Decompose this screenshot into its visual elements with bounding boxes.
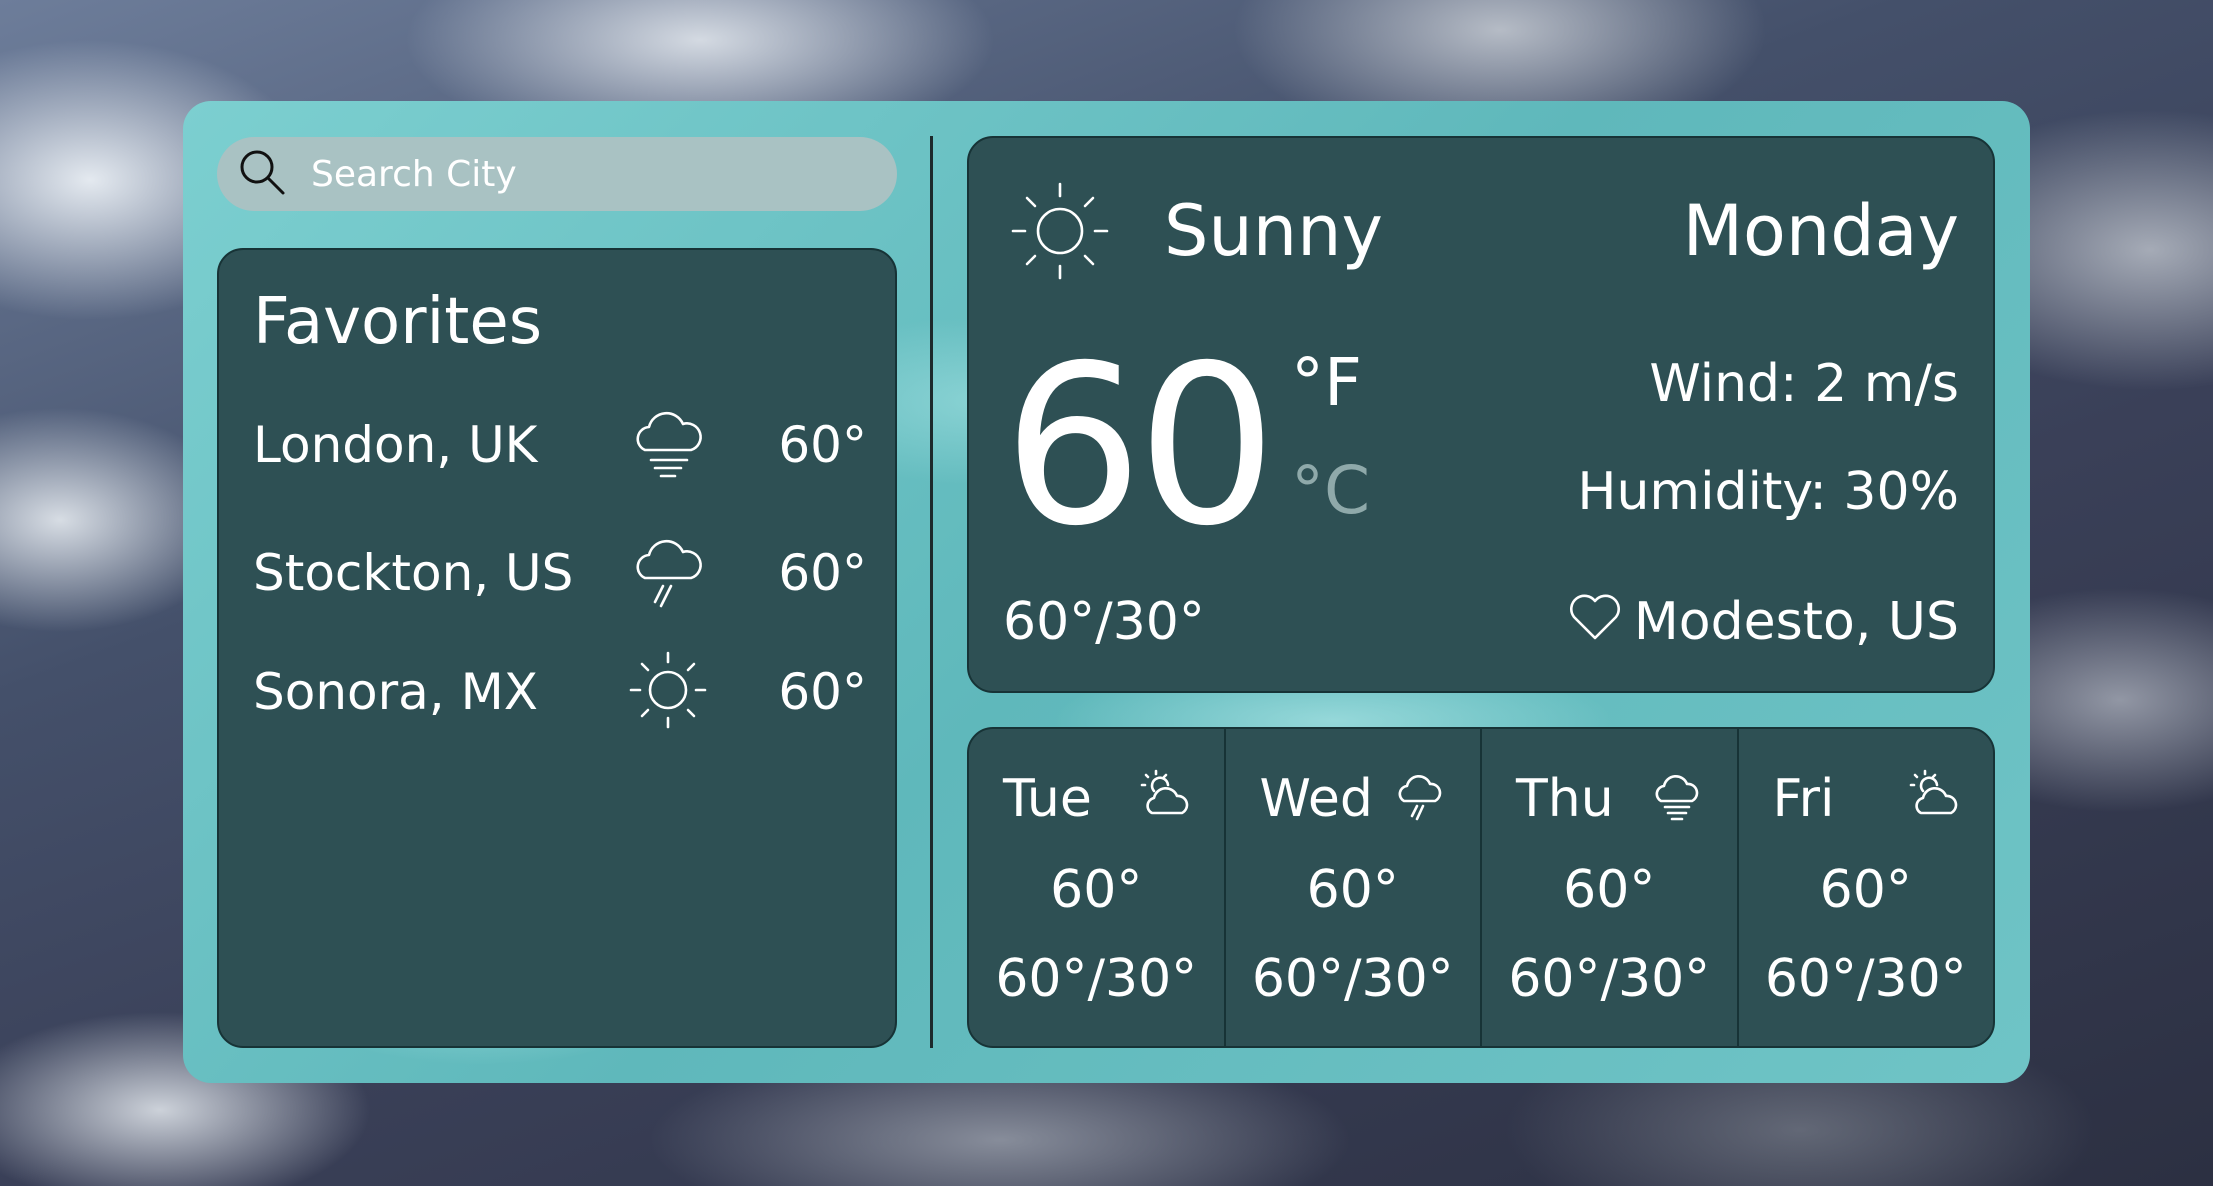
search-bar[interactable] [217,137,897,211]
forecast-day-name: Thu [1516,769,1614,829]
fog-icon [623,398,713,488]
forecast-day-name: Tue [1003,769,1092,829]
forecast-high-low: 60°/30° [1251,949,1454,1009]
unit-celsius-toggle[interactable]: °C [1291,458,1370,524]
forecast-high-low: 60°/30° [1508,949,1711,1009]
current-location: Modesto, US [1566,590,1959,653]
forecast-day-name: Fri [1772,769,1835,829]
fog-icon [1647,765,1707,825]
partly-cloudy-icon [1134,765,1194,825]
location-name: Modesto, US [1633,591,1959,652]
current-temperature: 60 [1003,318,1277,574]
sun-icon [1005,176,1115,286]
favorite-city: Sonora, MX [253,663,538,721]
search-input[interactable] [309,152,873,196]
forecast-day-tue[interactable]: Tue 60° 60°/30° [969,729,1224,1046]
rain-icon [623,526,713,616]
favorite-city: London, UK [253,416,538,474]
forecast-day-name: Wed [1259,769,1373,829]
forecast-card: Tue 60° 60°/30° Wed 60° 60°/30° Thu 60° … [967,727,1995,1048]
sun-icon [623,645,713,735]
forecast-temp: 60° [1563,860,1656,920]
favorite-temp: 60° [778,544,867,602]
favorite-temp: 60° [778,663,867,721]
favorite-city: Stockton, US [253,544,574,602]
favorite-item-sonora[interactable]: Sonora, MX 60° [253,651,867,737]
forecast-day-fri[interactable]: Fri 60° 60°/30° [1736,729,1994,1046]
forecast-temp: 60° [1306,860,1399,920]
forecast-high-low: 60°/30° [995,949,1198,1009]
forecast-day-wed[interactable]: Wed 60° 60°/30° [1223,729,1481,1046]
current-day: Monday [1682,190,1959,272]
favorites-card: Favorites London, UK 60° Stockton, US 60… [217,248,897,1048]
search-icon[interactable] [235,145,289,203]
forecast-temp: 60° [1819,860,1912,920]
panel-divider [930,136,933,1048]
favorite-temp: 60° [778,416,867,474]
favorite-item-stockton[interactable]: Stockton, US 60° [253,538,867,618]
wind-speed: Wind: 2 m/s [1649,354,1959,414]
rain-icon [1390,765,1450,825]
forecast-day-thu[interactable]: Thu 60° 60°/30° [1480,729,1737,1046]
current-weather-card: Sunny Monday 60 °F °C Wind: 2 m/s Humidi… [967,136,1995,693]
heart-icon[interactable] [1566,590,1634,653]
partly-cloudy-icon [1903,765,1963,825]
favorites-title: Favorites [253,285,543,359]
humidity: Humidity: 30% [1577,462,1959,522]
weather-condition: Sunny [1164,190,1383,272]
unit-fahrenheit-toggle[interactable]: °F [1291,350,1362,416]
forecast-temp: 60° [1050,860,1143,920]
forecast-high-low: 60°/30° [1764,949,1967,1009]
high-low-temp: 60°/30° [1003,592,1205,652]
favorite-item-london[interactable]: London, UK 60° [253,410,867,490]
